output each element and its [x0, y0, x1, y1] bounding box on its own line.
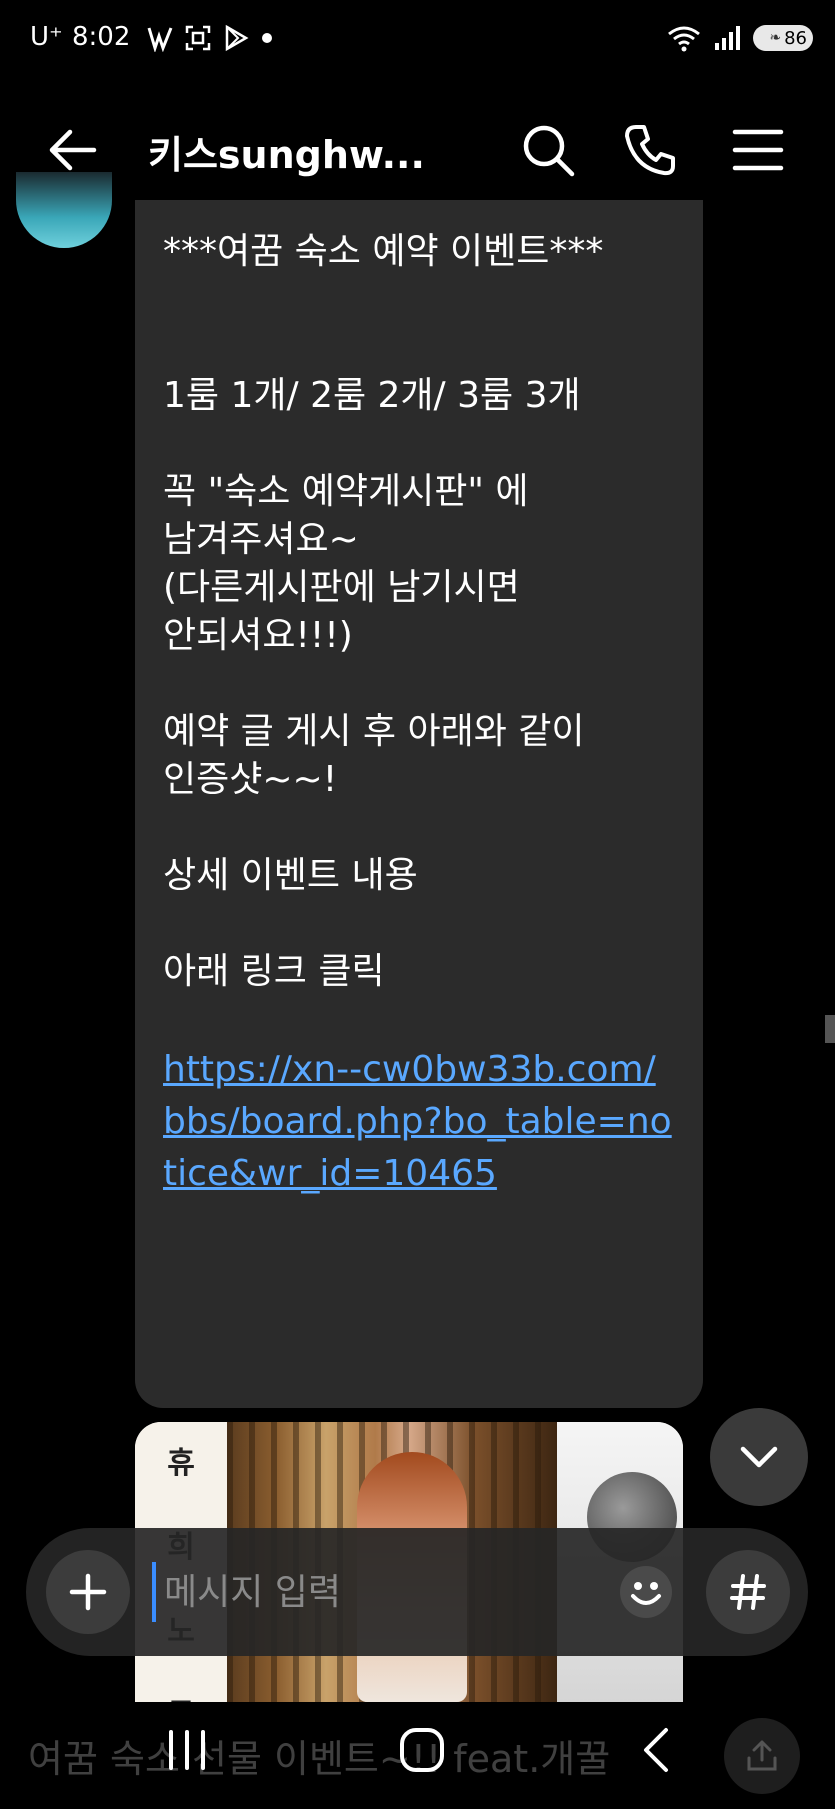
message-line — [163, 660, 675, 708]
recent-apps-button[interactable] — [165, 1728, 209, 1772]
message-line: 남겨주셔요~ — [163, 519, 359, 560]
sender-avatar[interactable] — [16, 172, 112, 248]
hashtag-icon — [730, 1574, 766, 1610]
message-line: (다른게시판에 남기시면 — [163, 567, 520, 608]
message-line — [163, 420, 675, 468]
scrollbar-thumb[interactable] — [825, 1015, 835, 1043]
nav-back-button[interactable] — [636, 1726, 676, 1774]
message-line: 안되셔요!!!) — [163, 615, 353, 656]
arrow-left-icon — [49, 129, 97, 171]
play-store-icon — [225, 24, 249, 52]
message-bubble[interactable]: ***여꿈 숙소 예약 이벤트*** 1룸 1개/ 2룸 2개/ 3룸 3개 꼭… — [135, 200, 703, 1408]
chat-header: 키스sunghw... — [0, 100, 835, 200]
hashtag-button[interactable] — [706, 1550, 790, 1634]
message-line — [163, 900, 675, 948]
battery-indicator: ❧ 86 — [753, 25, 813, 51]
message-composer — [26, 1528, 808, 1656]
battery-level: 86 — [784, 27, 807, 49]
hamburger-menu-icon — [732, 129, 784, 171]
chevron-down-icon — [740, 1446, 778, 1468]
message-line — [163, 276, 675, 324]
message-line — [163, 996, 675, 1044]
home-button[interactable] — [398, 1726, 446, 1774]
back-button[interactable] — [42, 122, 102, 178]
clock: 8:02 — [72, 22, 131, 52]
signal-icon — [715, 26, 740, 50]
notification-icons — [146, 24, 274, 52]
wifi-icon — [668, 26, 700, 52]
vpn-icon — [147, 27, 173, 52]
share-icon — [747, 1740, 777, 1771]
chevron-left-icon — [644, 1728, 668, 1772]
menu-button[interactable] — [730, 122, 790, 178]
image-text: 휴 — [167, 1446, 195, 1481]
search-button[interactable] — [520, 122, 580, 178]
message-input[interactable] — [152, 1562, 622, 1622]
status-bar: U⁺ 8:02 ❧ 86 — [0, 0, 835, 80]
event-link[interactable]: https://xn--cw0bw33b.com/bbs/board.php?b… — [163, 1044, 675, 1200]
plus-icon — [69, 1573, 107, 1611]
attach-button[interactable] — [46, 1550, 130, 1634]
message-line — [163, 804, 675, 852]
call-button[interactable] — [622, 122, 682, 178]
message-line: 인증샷~~! — [163, 759, 338, 800]
leaf-icon: ❧ — [769, 30, 782, 46]
screen: U⁺ 8:02 ❧ 86 키스sunghw... ***여꿈 숙소 예약 이벤트… — [0, 0, 835, 1809]
scroll-to-bottom-button[interactable] — [710, 1408, 808, 1506]
message-line: 1룸 1개/ 2룸 2개/ 3룸 3개 — [163, 375, 581, 416]
emoji-button[interactable] — [610, 1556, 682, 1628]
smiley-icon — [620, 1566, 672, 1618]
home-icon — [400, 1728, 444, 1772]
message-line: 꼭 "숙소 예약게시판" 에 — [163, 471, 529, 512]
system-icons: ❧ 86 — [667, 24, 813, 52]
system-nav-bar — [0, 1690, 835, 1809]
chat-title[interactable]: 키스sunghw... — [148, 124, 448, 179]
message-line: 예약 글 게시 후 아래와 같이 — [163, 711, 585, 752]
search-icon — [523, 125, 575, 177]
carrier-label: U⁺ — [30, 22, 63, 52]
screenshot-icon — [185, 25, 211, 51]
recent-apps-icon — [169, 1730, 205, 1770]
phone-icon — [625, 125, 675, 176]
message-line: 아래 링크 클릭 — [163, 951, 385, 992]
share-button[interactable] — [724, 1718, 800, 1794]
message-line: 상세 이벤트 내용 — [163, 855, 418, 896]
message-line: ***여꿈 숙소 예약 이벤트*** — [163, 231, 604, 272]
message-line — [163, 324, 675, 372]
dot-icon — [262, 33, 272, 43]
